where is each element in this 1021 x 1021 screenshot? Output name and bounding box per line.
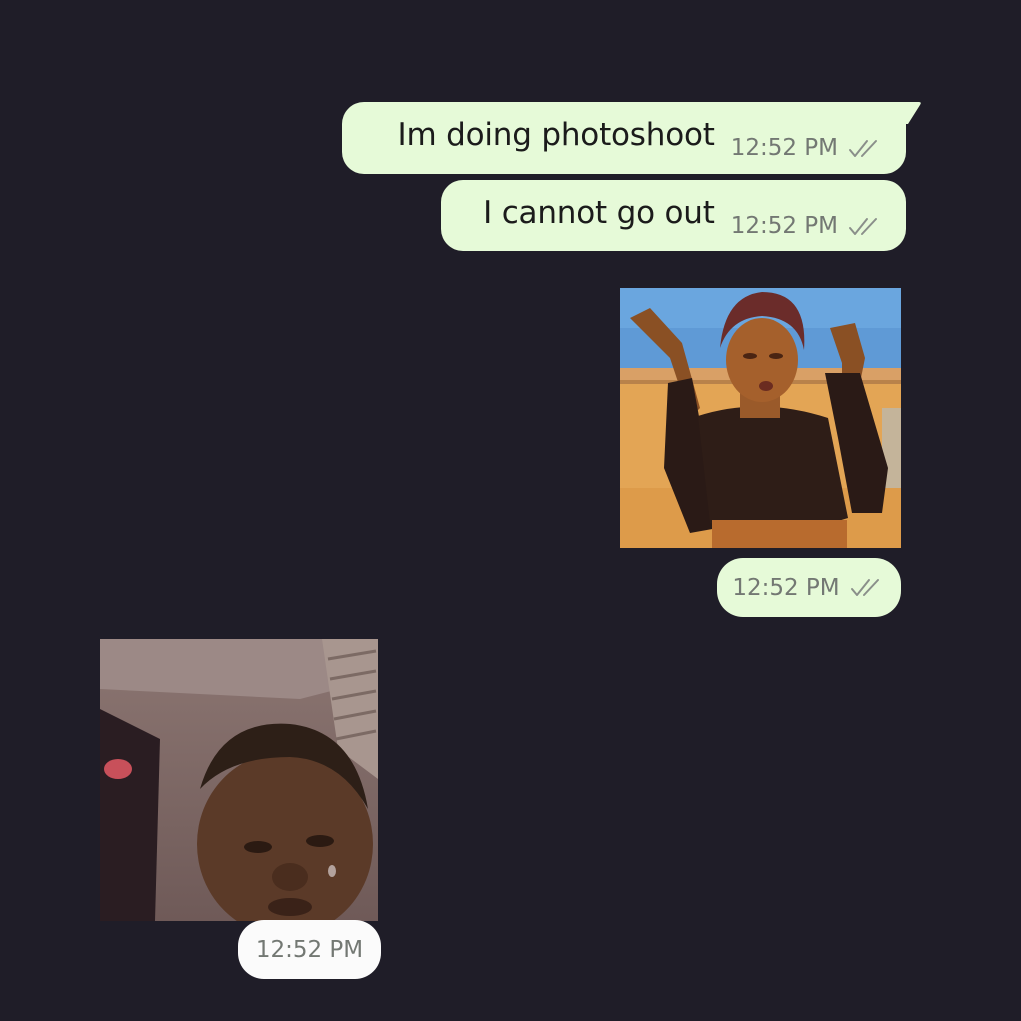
message-time: 12:52 PM [730, 213, 838, 239]
outgoing-photo[interactable] [620, 288, 901, 548]
message-time: 12:52 PM [730, 135, 838, 161]
message-text: I cannot go out [483, 195, 715, 231]
message-meta: 12:52 PM [731, 137, 884, 160]
read-double-tick-icon [848, 138, 884, 160]
read-double-tick-icon [848, 216, 884, 238]
message-text: Im doing photoshoot [397, 117, 715, 153]
chat-thread: Im doing photoshoot 12:52 PM I cannot go… [0, 0, 1021, 1021]
outgoing-photo-time-pill: 12:52 PM [717, 558, 901, 617]
outgoing-message-bubble[interactable]: I cannot go out 12:52 PM [441, 180, 906, 251]
photo-illustration [620, 288, 901, 548]
incoming-photo[interactable] [100, 639, 378, 921]
photo-illustration [100, 639, 378, 921]
outgoing-message-bubble[interactable]: Im doing photoshoot 12:52 PM [342, 102, 906, 174]
message-time: 12:52 PM [255, 936, 364, 963]
message-time: 12:52 PM [732, 574, 840, 601]
message-meta: 12:52 PM [731, 215, 884, 238]
incoming-photo-time-pill: 12:52 PM [238, 920, 381, 979]
read-double-tick-icon [850, 577, 886, 599]
